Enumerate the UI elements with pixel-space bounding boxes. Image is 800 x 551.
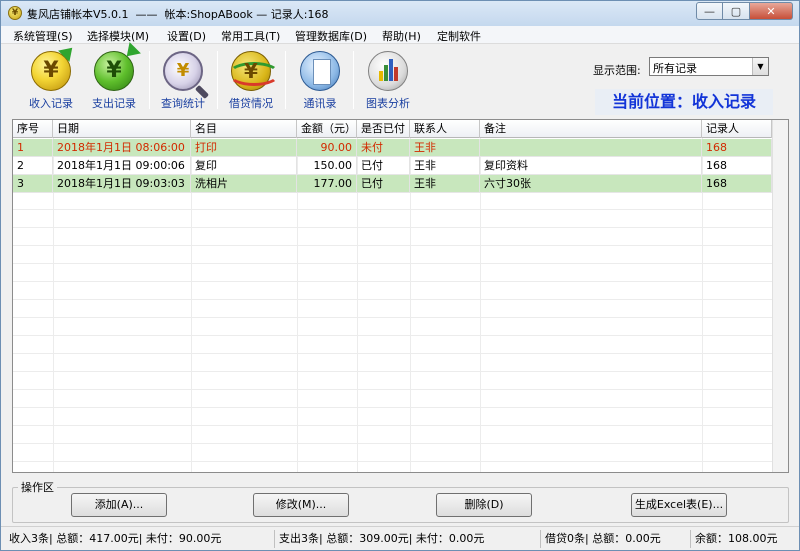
cell-contact: 王非 [410,139,480,157]
window-title: 隻风店铺帐本V5.0.1 —— 帐本:ShopABook — 记录人:168 [27,8,329,21]
range-select[interactable]: 所有记录 ▼ [649,57,769,76]
records-table[interactable]: 序号 日期 名目 金额（元） 是否已付 联系人 备注 记录人 1 2018年1月… [12,119,789,473]
col-header-item[interactable]: 名目 [191,120,297,138]
cell-item: 打印 [191,139,297,157]
chart-analysis-label: 图表分析 [366,97,410,110]
cell-recorder: 168 [702,157,772,175]
status-income: 收入3条| 总额：417.00元| 未付：90.00元 [5,530,275,548]
status-expense: 支出3条| 总额：309.00元| 未付：0.00元 [275,530,541,548]
expense-record-label: 支出记录 [92,97,136,110]
cell-note [480,139,702,157]
status-bar: 收入3条| 总额：417.00元| 未付：90.00元 支出3条| 总额：309… [1,526,799,550]
menu-custom[interactable]: 定制软件 [437,28,481,44]
col-header-date[interactable]: 日期 [53,120,191,138]
loan-status-label: 借贷情况 [229,97,273,110]
expense-coin-icon: ¥ [94,42,141,91]
cell-index: 3 [13,175,53,193]
app-window: ¥ 隻风店铺帐本V5.0.1 —— 帐本:ShopABook — 记录人:168… [0,0,800,551]
income-record-tool[interactable]: ¥ 收入记录 [22,42,80,113]
contacts-tool[interactable]: 通讯录 [291,49,349,113]
cell-item: 复印 [191,157,297,175]
menu-module[interactable]: 选择模块(M) [87,28,149,44]
cell-date: 2018年1月1日 09:03:03 [53,175,191,193]
col-header-index[interactable]: 序号 [13,120,53,138]
menu-settings[interactable]: 设置(D) [167,28,206,44]
col-header-recorder[interactable]: 记录人 [702,120,772,138]
cell-index: 2 [13,157,53,175]
expense-record-tool[interactable]: ¥ 支出记录 [85,42,143,113]
cell-index: 1 [13,139,53,157]
cell-date: 2018年1月1日 09:00:06 [53,157,191,175]
cell-paid: 未付 [357,139,410,157]
range-label: 显示范围: [593,64,641,77]
col-header-note[interactable]: 备注 [480,120,702,138]
cell-amount: 150.00 [297,157,357,175]
cell-note: 六寸30张 [480,175,702,193]
cell-date: 2018年1月1日 08:06:00 [53,139,191,157]
col-header-contact[interactable]: 联系人 [410,120,480,138]
window-controls: — ▢ ✕ [696,2,793,20]
col-header-paid[interactable]: 是否已付 [357,120,410,138]
table-header: 序号 日期 名目 金额（元） 是否已付 联系人 备注 记录人 [13,120,773,138]
cell-recorder: 168 [702,139,772,157]
address-book-icon [300,51,340,91]
operations-label: 操作区 [18,479,57,495]
toolbar: ¥ 收入记录 ¥ 支出记录 ¥ 查询统计 ¥ 借贷情况 通讯录 图表分析 显示范… [1,42,799,117]
delete-button[interactable]: 删除(D) [436,493,532,517]
edit-button[interactable]: 修改(M)... [253,493,349,517]
loan-status-tool[interactable]: ¥ 借贷情况 [222,49,280,113]
cell-contact: 王非 [410,175,480,193]
cell-recorder: 168 [702,175,772,193]
table-row[interactable]: 3 2018年1月1日 09:03:03 洗相片 177.00 已付 王非 六寸… [13,175,773,193]
menu-system[interactable]: 系统管理(S) [13,28,73,44]
title-bar: ¥ 隻风店铺帐本V5.0.1 —— 帐本:ShopABook — 记录人:168… [1,1,799,26]
table-row[interactable]: 2 2018年1月1日 09:00:06 复印 150.00 已付 王非 复印资… [13,157,773,175]
table-row-selected[interactable]: 1 2018年1月1日 08:06:00 打印 90.00 未付 王非 168 [13,139,773,157]
contacts-label: 通讯录 [303,97,337,110]
cell-note: 复印资料 [480,157,702,175]
range-select-value: 所有记录 [653,62,697,75]
vertical-scrollbar[interactable] [772,120,788,472]
magnifier-coin-icon: ¥ [163,51,203,91]
status-loan: 借贷0条| 总额：0.00元 [541,530,691,548]
menu-database[interactable]: 管理数据库(D) [295,28,367,44]
cell-contact: 王非 [410,157,480,175]
cell-amount: 90.00 [297,139,357,157]
minimize-button[interactable]: — [696,2,723,20]
dropdown-arrow-icon[interactable]: ▼ [752,58,768,75]
cell-paid: 已付 [357,175,410,193]
bar-chart-icon [368,51,408,91]
income-coin-icon: ¥ [31,42,78,91]
cell-item: 洗相片 [191,175,297,193]
loan-coin-arrows-icon: ¥ [228,51,280,91]
menu-bar: 系统管理(S) 选择模块(M) 设置(D) 常用工具(T) 管理数据库(D) 帮… [1,26,799,44]
current-location: 当前位置：收入记录 [595,89,773,115]
add-button[interactable]: 添加(A)... [71,493,167,517]
col-header-amount[interactable]: 金额（元） [297,120,357,138]
maximize-button[interactable]: ▢ [723,2,750,20]
income-record-label: 收入记录 [29,97,73,110]
close-button[interactable]: ✕ [750,2,793,20]
query-stats-tool[interactable]: ¥ 查询统计 [154,49,212,113]
cell-paid: 已付 [357,157,410,175]
app-logo-icon: ¥ [8,6,22,20]
cell-amount: 177.00 [297,175,357,193]
menu-tools[interactable]: 常用工具(T) [221,28,280,44]
status-balance: 余额：108.00元 [695,532,778,545]
chart-analysis-tool[interactable]: 图表分析 [359,49,417,113]
menu-help[interactable]: 帮助(H) [382,28,421,44]
export-excel-button[interactable]: 生成Excel表(E)... [631,493,727,517]
